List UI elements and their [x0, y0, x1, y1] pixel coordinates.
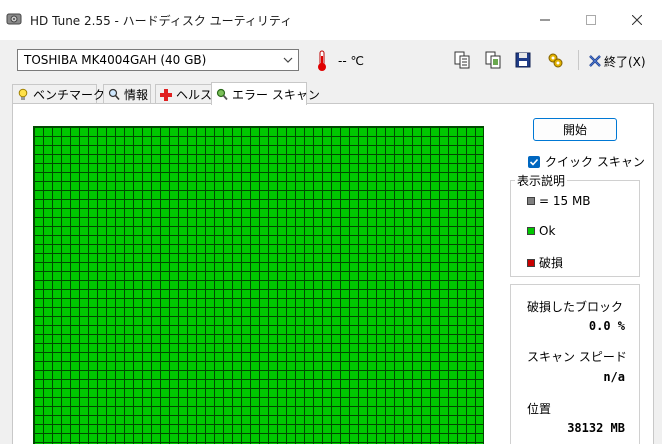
legend-item-label: Ok	[539, 224, 556, 238]
exit-icon	[589, 55, 601, 67]
damaged-blocks-value: 0.0 %	[588, 319, 625, 333]
magnifier-icon	[108, 88, 120, 101]
close-button[interactable]	[614, 0, 660, 40]
damaged-blocks-label: 破損したブロック	[527, 300, 624, 314]
legend-group: 表示説明 = 15 MB Ok 破損	[510, 172, 640, 277]
copy-image-icon[interactable]	[484, 51, 502, 69]
legend-item-label: 破損	[539, 256, 564, 270]
window-title: HD Tune 2.55 - ハードディスク ユーティリティ	[30, 14, 293, 28]
legend-title: 表示説明	[515, 172, 568, 189]
close-icon	[632, 15, 642, 25]
maximize-icon	[586, 15, 596, 25]
red-cross-icon	[160, 89, 172, 101]
temperature-readout: -- ℃	[338, 54, 364, 68]
exit-button-label: 終了(X)	[604, 54, 646, 69]
position-value: 38132 MB	[567, 421, 625, 435]
tab-benchmark[interactable]: ベンチマーク	[12, 84, 105, 104]
legend-swatch-gray	[527, 197, 535, 205]
minimize-icon	[540, 19, 550, 21]
toolbar-separator	[578, 50, 579, 70]
title-bar: HD Tune 2.55 - ハードディスク ユーティリティ	[0, 0, 662, 40]
scan-speed-label: スキャン スピード	[527, 350, 627, 364]
thermometer-icon	[318, 50, 326, 71]
tab-info[interactable]: 情報	[103, 84, 151, 104]
drive-select-value: TOSHIBA MK4004GAH (40 GB)	[24, 53, 207, 67]
save-icon[interactable]	[514, 51, 532, 69]
scan-stats-group: 破損したブロック 0.0 % スキャン スピード n/a 位置 38132 MB	[510, 284, 640, 444]
toolbar: TOSHIBA MK4004GAH (40 GB) -- ℃ 終了(X)	[0, 40, 662, 82]
minimize-button[interactable]	[522, 0, 568, 40]
legend-swatch-green	[527, 227, 535, 235]
quick-scan-checkbox[interactable]: クイック スキャン	[528, 153, 645, 170]
tab-info-label: 情報	[124, 88, 149, 102]
quick-scan-label: クイック スキャン	[545, 155, 645, 169]
legend-item-ok: Ok	[527, 224, 555, 238]
exit-button[interactable]: 終了(X)	[588, 52, 646, 70]
tab-benchmark-label: ベンチマーク	[33, 88, 106, 102]
scan-block-grid	[33, 126, 484, 444]
legend-item-block-size: = 15 MB	[527, 194, 591, 208]
tab-health[interactable]: ヘルス	[155, 84, 212, 104]
search-icon	[216, 88, 228, 100]
bulb-icon	[18, 88, 28, 100]
legend-item-damaged: 破損	[527, 254, 563, 271]
checkbox-checked-icon	[528, 155, 540, 168]
position-label: 位置	[527, 402, 552, 416]
options-icon[interactable]	[546, 51, 564, 69]
tab-error-scan[interactable]: エラー スキャン	[211, 82, 320, 105]
copy-text-icon[interactable]	[453, 51, 471, 69]
start-button[interactable]: 開始	[533, 118, 617, 141]
hdtune-app-icon	[6, 13, 22, 25]
error-scan-panel: 開始 クイック スキャン 表示説明 = 15 MB Ok 破損 破損したブロック…	[12, 103, 654, 444]
tab-health-label: ヘルス	[176, 88, 213, 102]
start-button-label: 開始	[562, 123, 587, 137]
legend-item-label: = 15 MB	[539, 194, 591, 208]
scan-speed-value: n/a	[603, 370, 625, 384]
chevron-down-icon	[283, 57, 293, 63]
legend-swatch-red	[527, 258, 535, 267]
maximize-button[interactable]	[568, 0, 614, 40]
drive-select[interactable]: TOSHIBA MK4004GAH (40 GB)	[17, 49, 299, 71]
tab-error-scan-label: エラー スキャン	[232, 87, 320, 102]
